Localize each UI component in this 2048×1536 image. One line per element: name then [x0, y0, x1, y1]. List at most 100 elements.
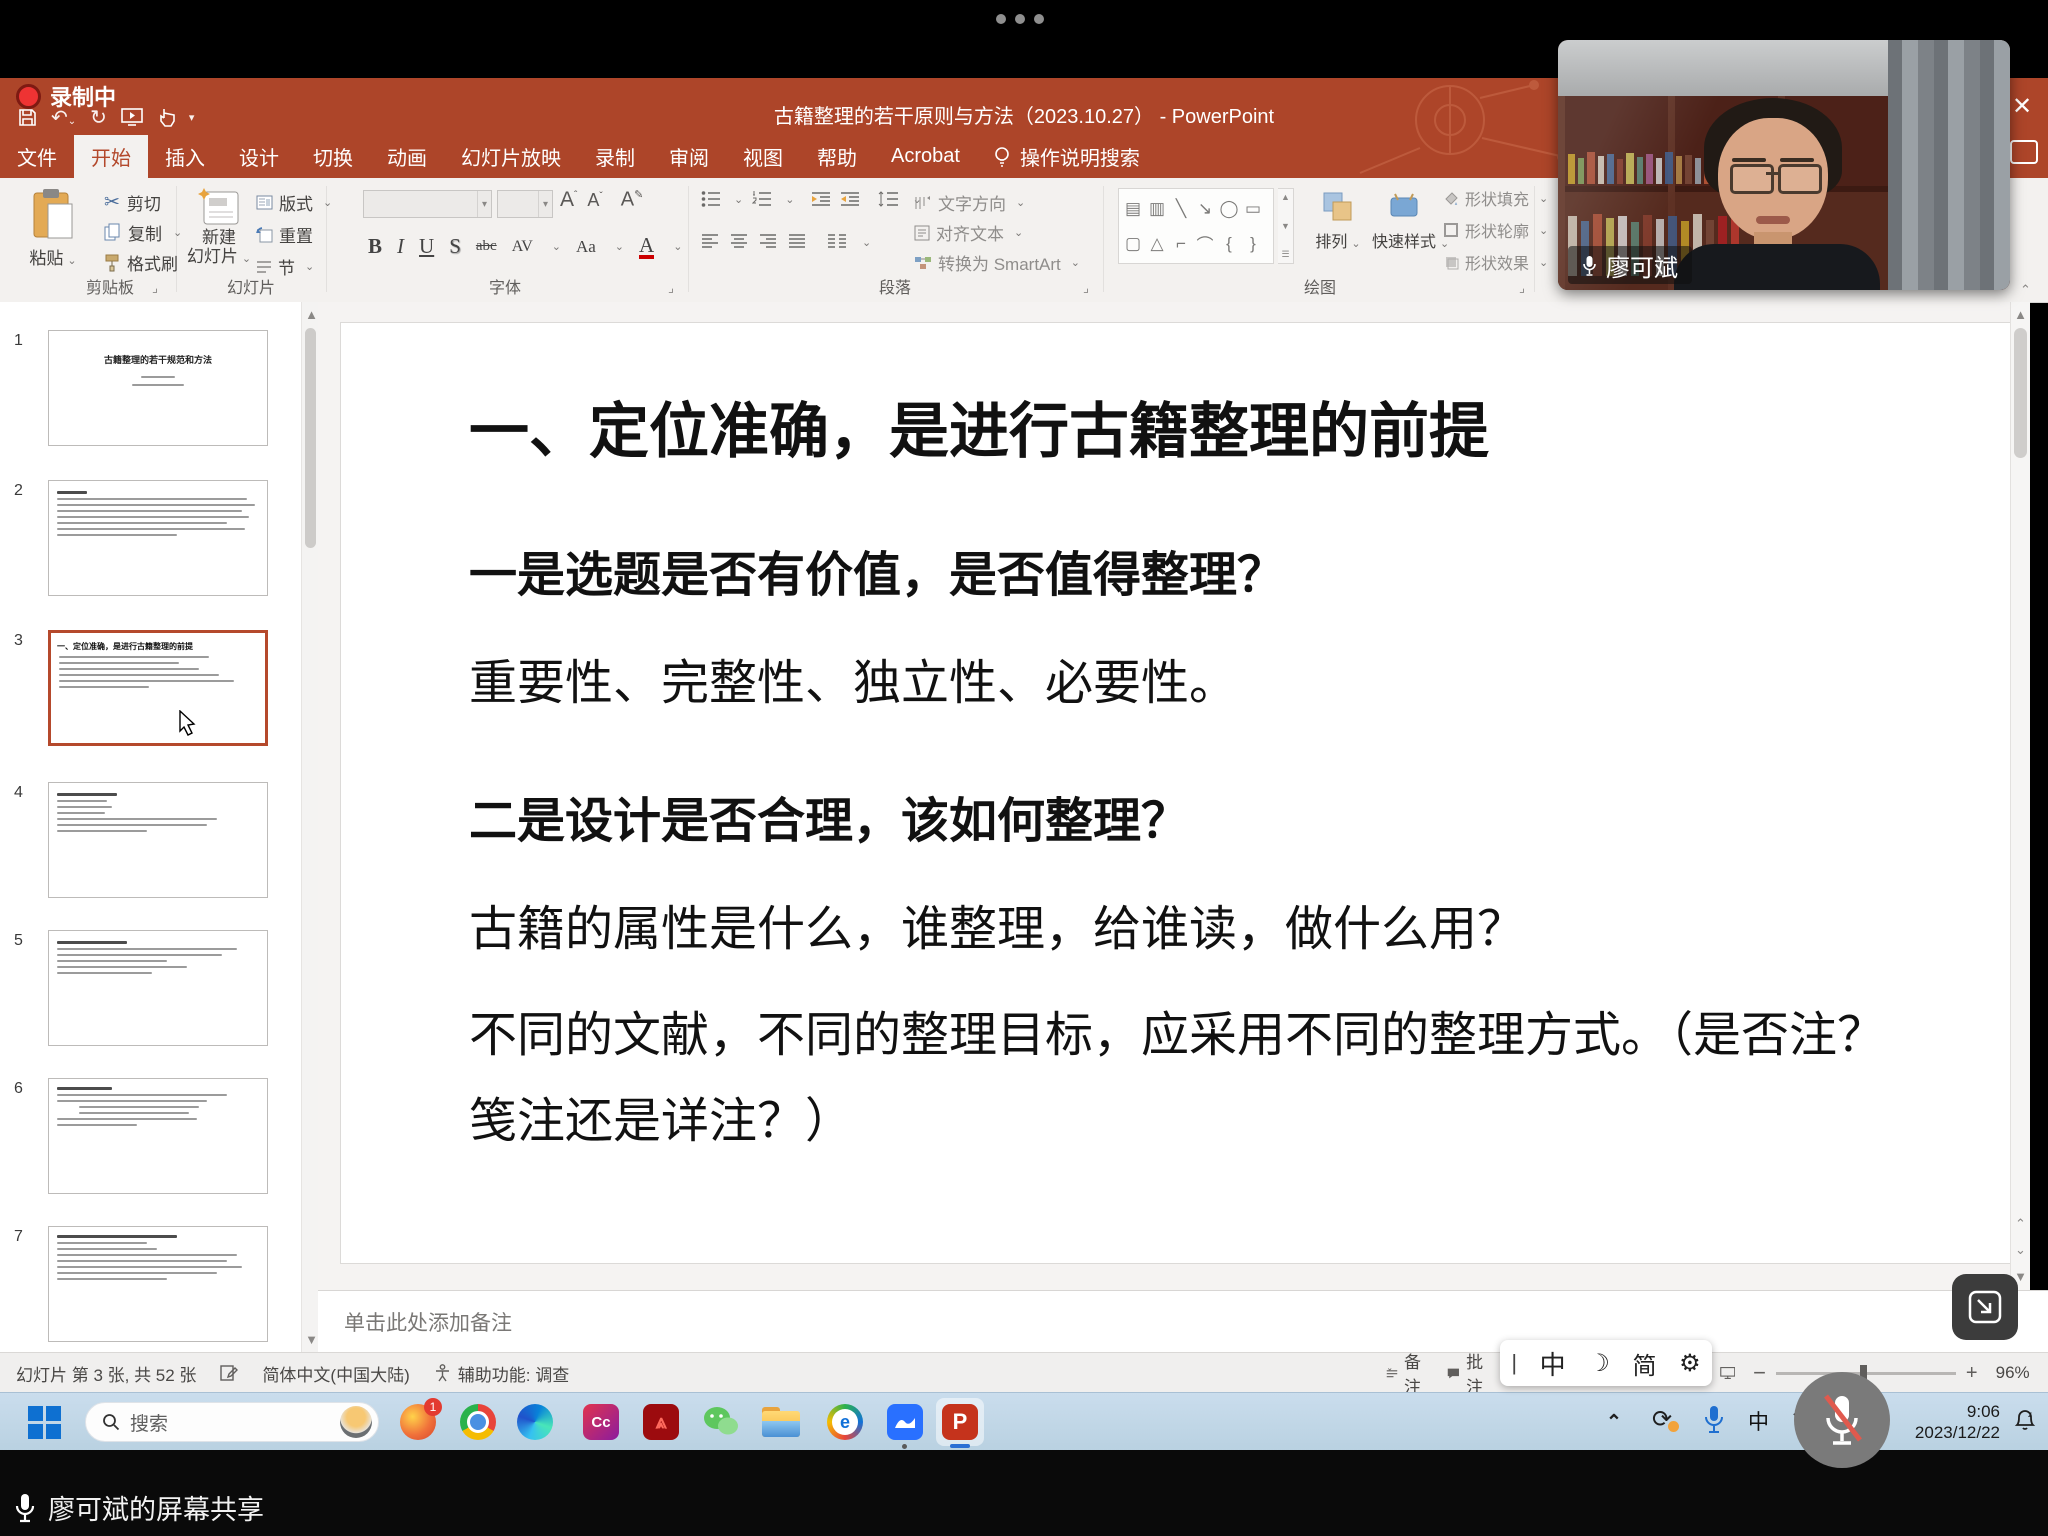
tab-insert[interactable]: 插入 [148, 135, 222, 178]
gallery-more-icon[interactable]: ☰ [1281, 249, 1289, 260]
tab-transitions[interactable]: 切换 [296, 135, 370, 178]
arrow-shape-icon[interactable]: ↘ [1193, 198, 1217, 220]
zoom-in-icon[interactable]: + [1966, 1362, 1978, 1385]
paste-button[interactable]: 粘贴⌄ [18, 188, 88, 269]
increase-font-icon[interactable]: Aˆ [560, 188, 577, 212]
ime-toolbar[interactable]: | 中 ☽ 简 ⚙ [1500, 1340, 1712, 1386]
underline-button[interactable]: U [419, 234, 434, 259]
scroll-up-icon[interactable]: ▲ [1281, 192, 1290, 202]
ime-mode-chinese[interactable]: 中 [1540, 1345, 1566, 1382]
font-name-combobox[interactable]: ▾ [363, 190, 492, 218]
taskbar-app-edge[interactable] [515, 1402, 555, 1442]
close-window-button[interactable]: ✕ [2012, 92, 2032, 121]
tab-record[interactable]: 录制 [578, 135, 652, 178]
tab-help[interactable]: 帮助 [800, 135, 874, 178]
slide-canvas[interactable]: 一、定位准确，是进行古籍整理的前提 一是选题是否有价值，是否值得整理？ 重要性、… [340, 322, 2014, 1264]
scroll-down-icon[interactable]: ▼ [1281, 221, 1290, 231]
font-dialog-launcher-icon[interactable]: ⌟ [668, 280, 674, 296]
clipboard-dialog-launcher-icon[interactable]: ⌟ [152, 280, 158, 296]
decrease-indent-icon[interactable] [811, 190, 831, 208]
scrollbar-thumb[interactable] [305, 328, 316, 548]
comments-toggle-button[interactable]: 批注 [1447, 1348, 1491, 1398]
align-center-icon[interactable] [730, 234, 748, 250]
thumbnail-scrollbar[interactable]: ▲ ▼ [301, 302, 319, 1352]
slide-line-3[interactable]: 二是设计是否合理，该如何整理？ [469, 781, 1189, 851]
slide-line-1[interactable]: 一是选题是否有价值，是否值得整理？ [469, 535, 1285, 605]
align-text-button[interactable]: 对齐文本⌄ [914, 220, 1023, 245]
smartart-button[interactable]: 转换为 SmartArt⌄ [914, 250, 1080, 275]
notes-toggle-button[interactable]: 备注 [1386, 1348, 1429, 1398]
bold-button[interactable]: B [368, 234, 382, 259]
strikethrough-button[interactable]: abc [476, 238, 497, 255]
tray-ime-mode[interactable]: 中 [1748, 1406, 1769, 1436]
tab-design[interactable]: 设计 [222, 135, 296, 178]
elbow-shape-icon[interactable]: ⌐ [1169, 233, 1193, 255]
reset-button[interactable]: 重置 [256, 222, 313, 247]
shape-effects-button[interactable]: 形状效果⌄ [1443, 250, 1548, 274]
shape-gallery-scroll[interactable]: ▲ ▼ ☰ [1278, 188, 1294, 264]
taskbar-app-browser-360[interactable]: e [825, 1402, 865, 1442]
brace-left-shape-icon[interactable]: { [1217, 233, 1241, 255]
tab-view[interactable]: 视图 [726, 135, 800, 178]
layout-button[interactable]: 版式⌄ [256, 190, 332, 215]
align-right-icon[interactable] [759, 234, 777, 250]
line-shape-icon[interactable]: ╲ [1169, 198, 1193, 220]
justify-icon[interactable] [788, 234, 806, 250]
slide-thumbnail-4[interactable] [48, 782, 268, 898]
font-size-combobox[interactable]: ▾ [497, 190, 553, 218]
change-case-button[interactable]: Aa [576, 237, 596, 257]
tray-sync-icon[interactable]: ⟳ [1652, 1405, 1672, 1434]
mic-muted-indicator[interactable] [1794, 1372, 1890, 1468]
copy-button[interactable]: 复制⌄ [104, 220, 182, 245]
webcam-video[interactable]: 廖可斌 [1558, 40, 2010, 290]
tray-clock[interactable]: 9:06 2023/12/22 [1906, 1401, 2000, 1443]
next-slide-icon[interactable]: ⌄ [2011, 1242, 2030, 1258]
notes-placeholder[interactable]: 单击此处添加备注 [344, 1307, 2048, 1337]
tab-slideshow[interactable]: 幻灯片放映 [444, 135, 578, 178]
zoom-slider[interactable] [1776, 1372, 1956, 1375]
tray-show-hidden-icon[interactable]: ⌃ [1606, 1411, 1622, 1434]
ime-halfwidth-moon-icon[interactable]: ☽ [1588, 1349, 1610, 1378]
tab-acrobat[interactable]: Acrobat [874, 135, 977, 178]
textbox-shape-icon[interactable]: ▤ [1121, 198, 1145, 220]
taskbar-app-file-explorer[interactable] [761, 1402, 801, 1442]
slide-line-2[interactable]: 重要性、完整性、独立性、必要性。 [469, 643, 1237, 713]
previous-slide-icon[interactable]: ⌃ [2011, 1216, 2030, 1232]
curve-shape-icon[interactable]: ⌒ [1193, 233, 1217, 255]
align-left-icon[interactable] [701, 234, 719, 250]
arrange-button[interactable]: 排列⌄ [1310, 190, 1366, 252]
slide-line-6[interactable]: 笺注还是详注？） [469, 1081, 853, 1151]
main-scrollbar[interactable]: ▲ ⌃ ⌄ ▼ [2010, 302, 2030, 1290]
slide-thumbnail-7[interactable] [48, 1226, 268, 1342]
slide-thumbnail-3-selected[interactable]: 一、定位准确，是进行古籍整理的前提 [48, 630, 268, 746]
vertical-textbox-shape-icon[interactable]: ▥ [1145, 198, 1169, 220]
meeting-corner-button[interactable] [1952, 1274, 2018, 1340]
taskbar-search-box[interactable]: 搜索 [85, 1402, 379, 1442]
tab-home[interactable]: 开始 [74, 135, 148, 178]
text-shadow-button[interactable]: S [449, 234, 461, 259]
new-slide-button[interactable]: 新建 幻灯片⌄ [186, 186, 252, 269]
taskbar-app-wechat[interactable] [701, 1402, 741, 1442]
paragraph-dialog-launcher-icon[interactable]: ⌟ [1083, 280, 1089, 296]
clear-formatting-icon[interactable]: A✎ [621, 188, 644, 212]
tab-file[interactable]: 文件 [0, 135, 74, 178]
slide-thumbnail-2[interactable] [48, 480, 268, 596]
taskbar-app-tencent-meeting[interactable] [885, 1402, 925, 1442]
format-painter-button[interactable]: 格式刷 [104, 250, 178, 275]
slide-thumbnail-1[interactable]: 古籍整理的若干规范和方法 [48, 330, 268, 446]
ime-settings-gear-icon[interactable]: ⚙ [1679, 1349, 1701, 1378]
zoom-percent[interactable]: 96% [1996, 1363, 2030, 1383]
rect-shape-icon[interactable]: ▭ [1241, 198, 1265, 220]
oval-shape-icon[interactable]: ◯ [1217, 198, 1241, 220]
taskbar-app-chrome[interactable] [458, 1402, 498, 1442]
slide-thumbnail-6[interactable] [48, 1078, 268, 1194]
shape-gallery[interactable]: ▤ ▥ ╲ ↘ ◯ ▭ ▢ △ ⌐ ⌒ { } [1118, 188, 1274, 264]
taskbar-app-creative-cloud[interactable]: Cc [581, 1402, 621, 1442]
taskbar-app-acrobat[interactable]: ⩓ [641, 1402, 681, 1442]
start-button[interactable] [24, 1402, 64, 1442]
collapse-ribbon-icon[interactable]: ⌃ [2020, 282, 2031, 298]
quick-styles-button[interactable]: 快速样式⌄ [1372, 190, 1436, 252]
reading-view-icon[interactable] [1720, 1365, 1736, 1381]
ime-simplified[interactable]: 简 [1632, 1346, 1656, 1381]
char-spacing-button[interactable]: AV [512, 238, 533, 256]
